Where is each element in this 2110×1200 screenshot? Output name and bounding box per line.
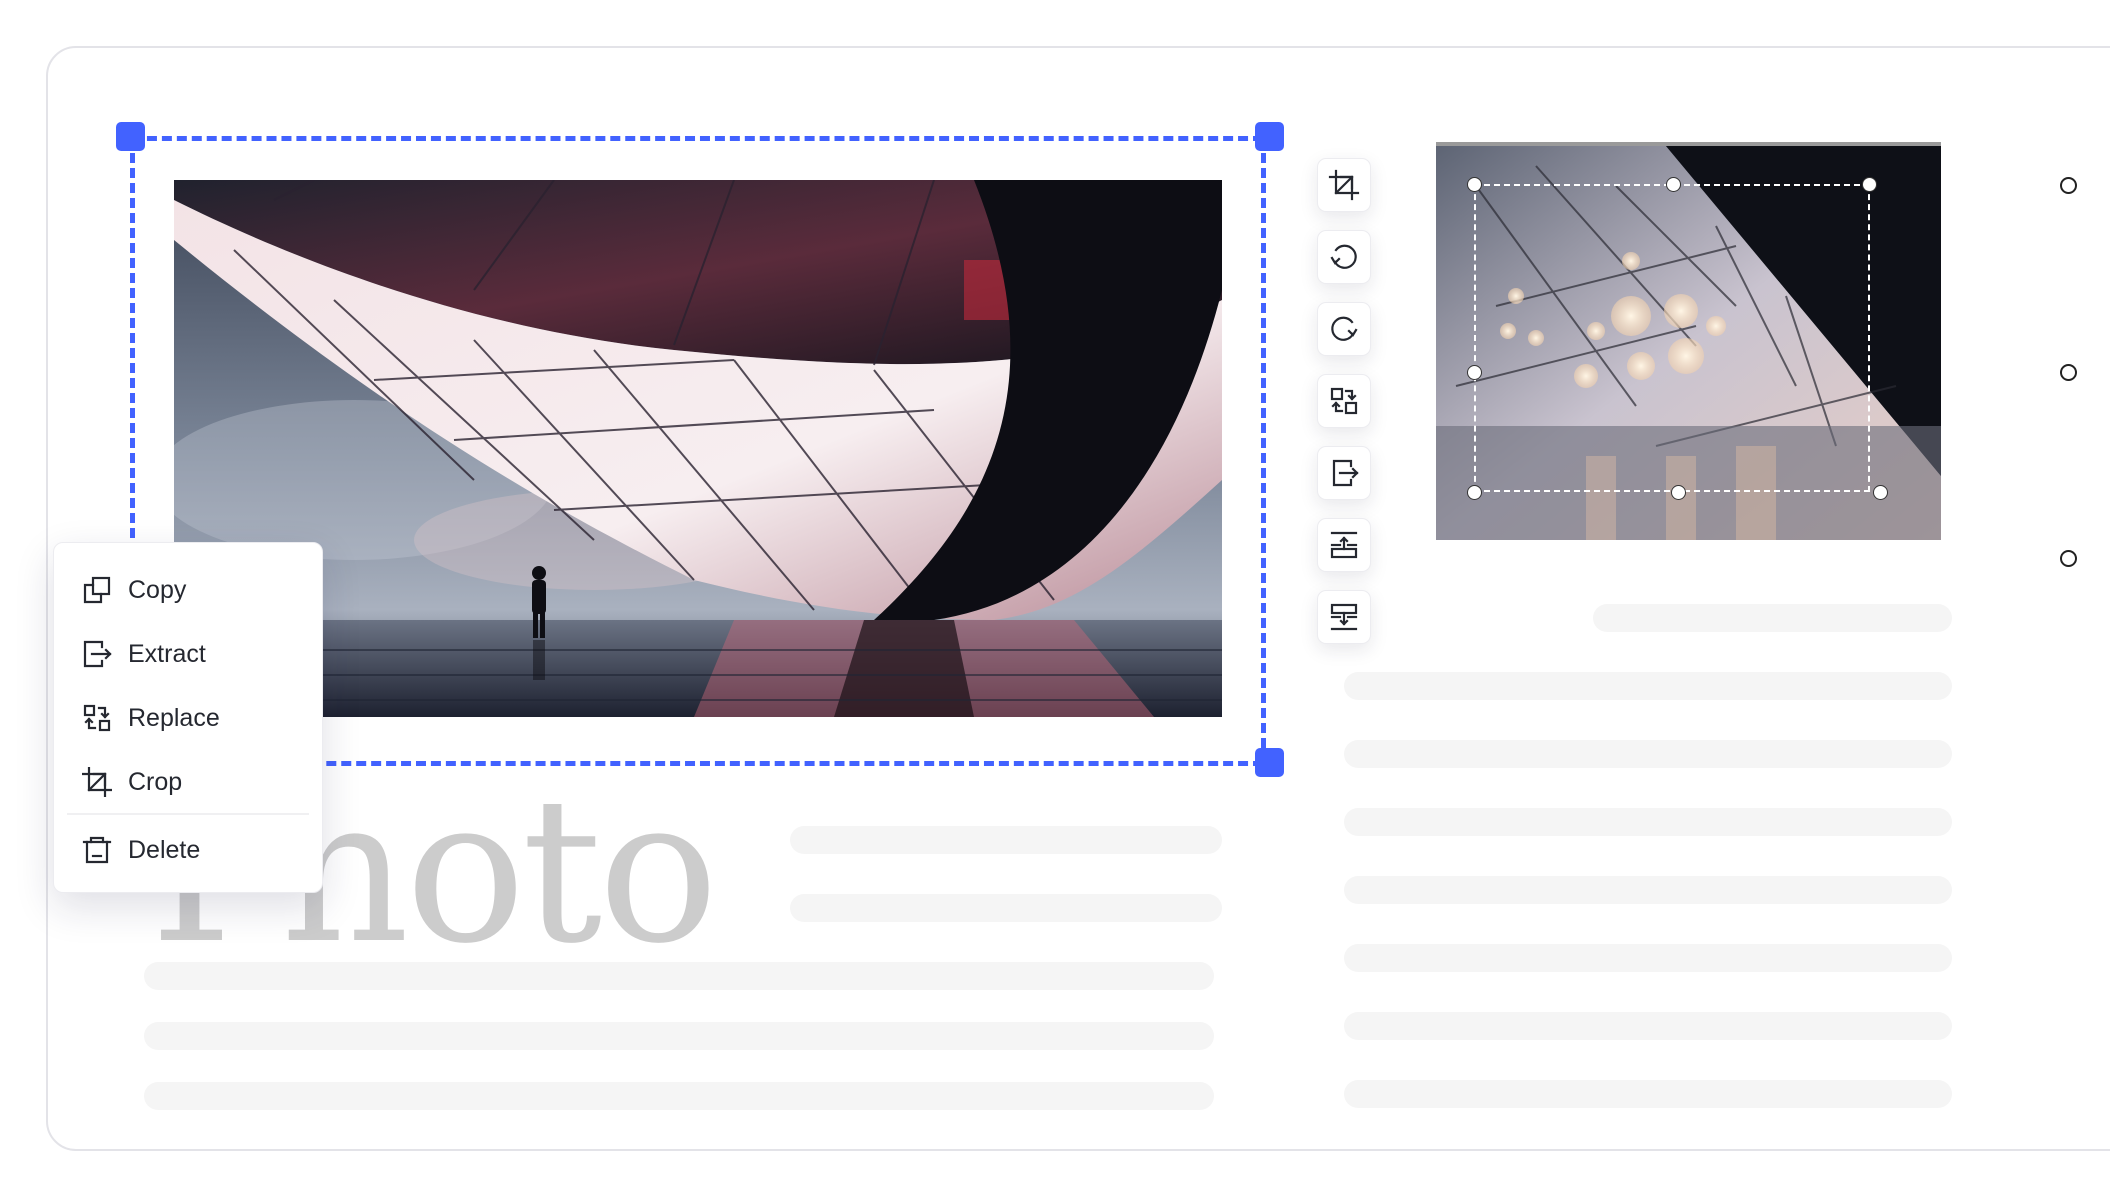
crop-icon xyxy=(82,767,112,797)
toolbar-move-down-button[interactable] xyxy=(1317,590,1371,644)
crop-handle-bottom-right[interactable] xyxy=(1873,485,1888,500)
menu-divider xyxy=(67,813,309,815)
crop-handle-top-right[interactable] xyxy=(1862,177,1877,192)
replace-icon xyxy=(1330,387,1358,415)
extract-icon xyxy=(83,640,112,668)
selection-border-top xyxy=(132,136,1263,141)
toolbar-crop-button[interactable] xyxy=(1317,158,1371,212)
skeleton-line xyxy=(1344,808,1952,836)
copy-icon xyxy=(83,576,111,604)
align-top-icon xyxy=(1330,531,1358,559)
menu-item-label: Copy xyxy=(128,575,187,604)
crop-handle-bottom-left[interactable] xyxy=(1467,485,1482,500)
replace-icon xyxy=(83,704,111,732)
toolbar-replace-button[interactable] xyxy=(1317,374,1371,428)
menu-item-copy[interactable]: Copy xyxy=(54,562,322,618)
option-radio-1[interactable] xyxy=(2060,177,2077,194)
skeleton-line xyxy=(1344,876,1952,904)
toolbar-extract-button[interactable] xyxy=(1317,446,1371,500)
selection-border-right xyxy=(1261,138,1266,763)
crop-handle-bottom-center[interactable] xyxy=(1671,485,1686,500)
skeleton-line xyxy=(1344,944,1952,972)
menu-item-replace[interactable]: Replace xyxy=(54,690,322,746)
trash-icon xyxy=(82,836,112,864)
skeleton-line xyxy=(1344,1080,1952,1108)
crop-handle-middle-left[interactable] xyxy=(1467,365,1482,380)
menu-item-crop[interactable]: Crop xyxy=(54,754,322,810)
skeleton-line xyxy=(1344,1012,1952,1040)
skeleton-line xyxy=(790,826,1222,854)
resize-handle-top-right[interactable] xyxy=(1255,122,1284,151)
toolbar-rotate-right-button[interactable] xyxy=(1317,302,1371,356)
extract-icon xyxy=(1332,459,1359,487)
skeleton-line xyxy=(144,1022,1214,1050)
crop-handle-top-left[interactable] xyxy=(1467,177,1482,192)
skeleton-line xyxy=(1344,740,1952,768)
skeleton-line xyxy=(790,894,1222,922)
option-radio-2[interactable] xyxy=(2060,364,2077,381)
menu-item-label: Extract xyxy=(128,639,206,668)
menu-item-label: Delete xyxy=(128,835,201,864)
menu-item-delete[interactable]: Delete xyxy=(54,822,322,878)
photo-architecture xyxy=(174,180,1222,717)
option-radio-3[interactable] xyxy=(2060,550,2077,567)
rotate-left-icon xyxy=(1330,244,1357,269)
resize-handle-bottom-right[interactable] xyxy=(1255,748,1284,777)
skeleton-line xyxy=(144,1082,1214,1110)
menu-item-label: Crop xyxy=(128,767,183,796)
crop-icon xyxy=(1328,169,1360,201)
toolbar-move-up-button[interactable] xyxy=(1317,518,1371,572)
crop-region[interactable] xyxy=(1474,184,1870,492)
crop-handle-top-center[interactable] xyxy=(1666,177,1681,192)
toolbar-rotate-left-button[interactable] xyxy=(1317,230,1371,284)
skeleton-line xyxy=(1593,604,1952,632)
resize-handle-top-left[interactable] xyxy=(116,122,145,151)
skeleton-line xyxy=(1344,672,1952,700)
align-bottom-icon xyxy=(1330,603,1358,631)
rotate-right-icon xyxy=(1331,316,1358,341)
menu-item-label: Replace xyxy=(128,703,220,732)
menu-item-extract[interactable]: Extract xyxy=(54,626,322,682)
context-menu: Copy Extract Replace Crop Delete xyxy=(53,542,323,893)
skeleton-line xyxy=(144,962,1214,990)
selected-image[interactable] xyxy=(174,180,1222,717)
